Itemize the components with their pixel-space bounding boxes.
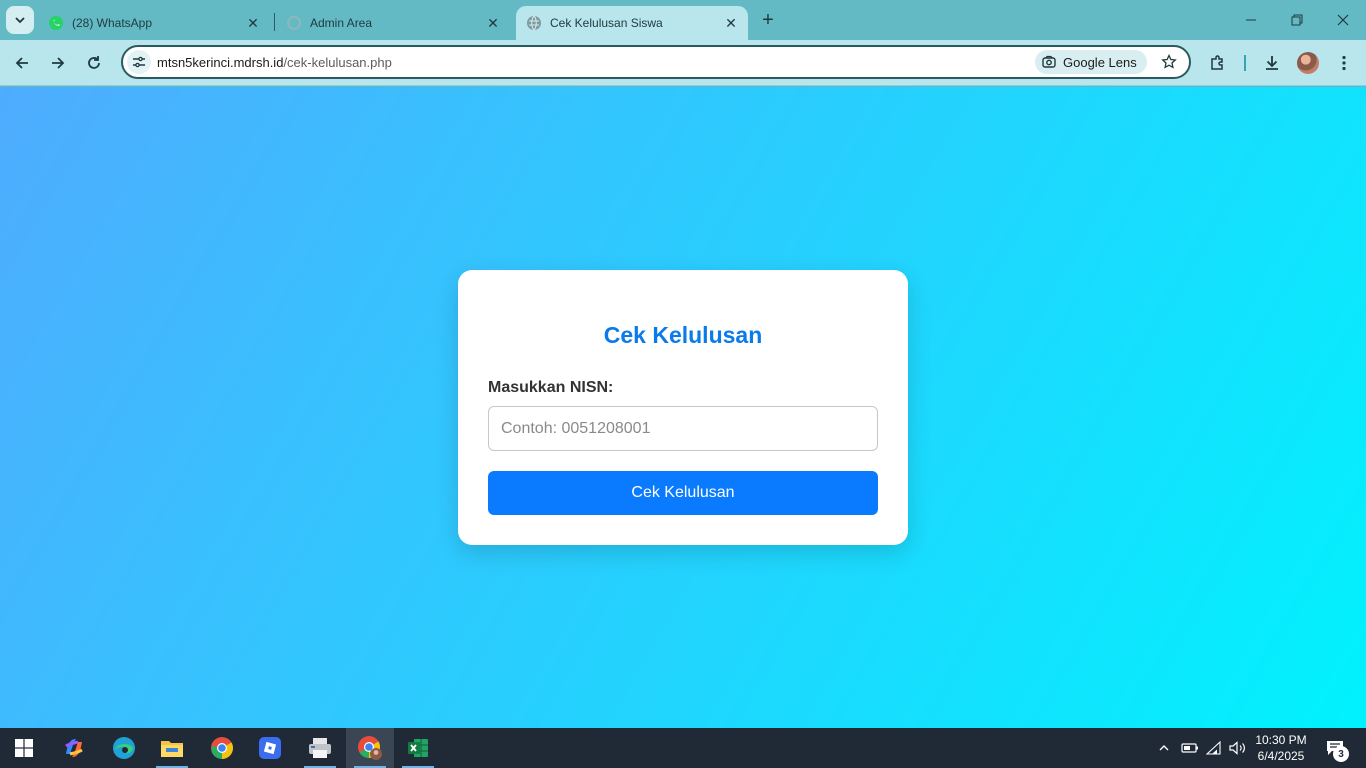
taskbar-chrome[interactable] (198, 728, 246, 768)
tab-title: (28) WhatsApp (72, 16, 153, 30)
taskbar-roblox[interactable] (246, 728, 294, 768)
restore-button[interactable] (1274, 0, 1320, 40)
reload-button[interactable] (80, 49, 108, 77)
bookmark-star-button[interactable] (1158, 51, 1180, 73)
system-clock[interactable]: 10:30 PM 6/4/2025 (1244, 732, 1318, 764)
edge-icon (113, 737, 135, 759)
profile-avatar[interactable] (1297, 52, 1319, 74)
tab-strip: (28) WhatsApp ✕ Admin Area ✕ Cek Kelulus… (0, 0, 1366, 40)
arrow-right-icon (52, 57, 65, 69)
google-lens-button[interactable]: Google Lens (1035, 50, 1147, 74)
lens-icon (1042, 55, 1056, 68)
network-button[interactable] (1202, 728, 1226, 768)
loading-icon (286, 15, 302, 31)
start-icon (15, 739, 33, 757)
chrome-icon (211, 737, 233, 759)
excel-icon (408, 739, 428, 757)
downloads-button[interactable] (1258, 49, 1286, 77)
puzzle-icon (1211, 55, 1223, 70)
wifi-icon (1206, 741, 1221, 755)
arrow-left-icon (15, 57, 28, 69)
tab-title: Cek Kelulusan Siswa (550, 16, 663, 30)
taskbar-excel[interactable] (394, 728, 442, 768)
nisn-input[interactable] (488, 406, 878, 451)
clock-date: 6/4/2025 (1257, 749, 1305, 763)
kebab-menu-icon (1342, 55, 1346, 71)
site-settings-icon[interactable] (127, 50, 151, 74)
globe-icon (526, 15, 542, 31)
notification-count-badge: 3 (1333, 746, 1349, 762)
nisn-label: Masukkan NISN: (488, 379, 614, 396)
clock-time: 10:30 PM (1255, 733, 1307, 747)
close-icon (1337, 14, 1349, 26)
taskbar-copilot[interactable] (50, 728, 98, 768)
browser-toolbar: mtsn5kerinci.mdrsh.id/cek-kelulusan.php … (0, 40, 1366, 86)
extensions-button[interactable] (1204, 49, 1232, 77)
close-icon[interactable]: ✕ (722, 14, 740, 32)
forward-button[interactable] (44, 49, 72, 77)
reload-icon (88, 56, 100, 69)
download-icon (1266, 56, 1278, 70)
tab-admin-area[interactable]: Admin Area ✕ (276, 6, 510, 40)
taskbar-edge[interactable] (100, 728, 148, 768)
windows-taskbar: 10:30 PM 6/4/2025 3 (0, 728, 1366, 768)
lens-label: Google Lens (1063, 54, 1137, 70)
show-hidden-icons-button[interactable] (1152, 728, 1176, 768)
plus-icon: + (762, 8, 774, 31)
check-graduation-button[interactable]: Cek Kelulusan (488, 471, 878, 515)
menu-button[interactable] (1330, 49, 1358, 77)
tab-search-button[interactable] (6, 6, 34, 34)
restore-icon (1291, 14, 1303, 26)
toolbar-separator (1244, 55, 1246, 71)
minimize-button[interactable] (1228, 0, 1274, 40)
back-button[interactable] (8, 49, 36, 77)
chevron-down-icon (15, 17, 25, 24)
url-path: /cek-kelulusan.php (283, 55, 392, 70)
page-background: Cek Kelulusan Masukkan NISN: Cek Kelulus… (0, 87, 1366, 728)
star-icon (1161, 54, 1177, 69)
taskbar-printer-app[interactable] (296, 728, 344, 768)
url-host: mtsn5kerinci.mdrsh.id (157, 55, 284, 70)
taskbar-chrome-active[interactable] (346, 728, 394, 768)
whatsapp-icon (48, 15, 64, 31)
battery-button[interactable] (1178, 728, 1202, 768)
copilot-icon (65, 739, 83, 757)
taskbar-file-explorer[interactable] (148, 728, 196, 768)
close-icon[interactable]: ✕ (244, 14, 262, 32)
minimize-icon (1246, 19, 1256, 21)
printer-app-icon (309, 738, 331, 758)
chevron-up-icon (1159, 745, 1169, 751)
tab-whatsapp[interactable]: (28) WhatsApp ✕ (38, 6, 270, 40)
tab-cek-kelulusan[interactable]: Cek Kelulusan Siswa ✕ (516, 6, 748, 40)
file-explorer-icon (161, 741, 183, 757)
url-text: mtsn5kerinci.mdrsh.id/cek-kelulusan.php (157, 55, 392, 70)
battery-icon (1181, 743, 1198, 753)
address-bar[interactable]: mtsn5kerinci.mdrsh.id/cek-kelulusan.php … (121, 45, 1191, 79)
start-button[interactable] (0, 728, 48, 768)
page-title: Cek Kelulusan (603, 322, 763, 348)
tab-title: Admin Area (310, 16, 373, 30)
roblox-icon (259, 737, 281, 759)
new-tab-button[interactable]: + (756, 8, 780, 32)
check-graduation-card: Cek Kelulusan Masukkan NISN: Cek Kelulus… (458, 270, 908, 545)
close-icon[interactable]: ✕ (484, 14, 502, 32)
chrome-profile-icon (358, 736, 382, 760)
tab-separator (274, 13, 275, 31)
close-window-button[interactable] (1320, 0, 1366, 40)
